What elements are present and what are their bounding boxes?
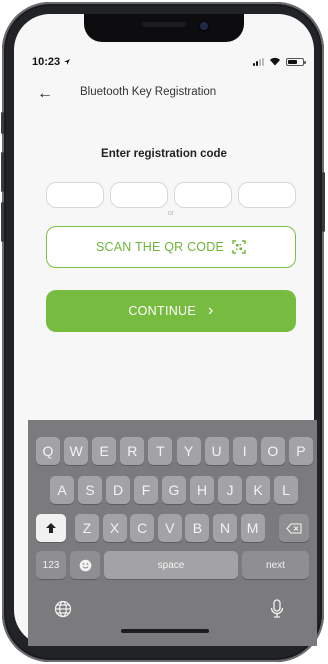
mute-switch bbox=[1, 112, 4, 134]
home-indicator[interactable] bbox=[121, 629, 209, 633]
key-h[interactable]: H bbox=[190, 476, 214, 504]
code-input-4[interactable] bbox=[238, 182, 296, 208]
key-p[interactable]: P bbox=[288, 437, 313, 465]
microphone-icon[interactable] bbox=[270, 599, 284, 619]
key-r[interactable]: R bbox=[120, 437, 145, 465]
emoji-key[interactable] bbox=[70, 551, 100, 579]
back-arrow-icon: ← bbox=[37, 85, 53, 102]
key-d[interactable]: D bbox=[106, 476, 130, 504]
key-a[interactable]: A bbox=[50, 476, 74, 504]
key-y[interactable]: Y bbox=[176, 437, 201, 465]
key-q[interactable]: Q bbox=[36, 437, 60, 465]
battery-icon bbox=[286, 57, 306, 66]
key-o[interactable]: O bbox=[260, 437, 285, 465]
scan-qr-button[interactable]: SCAN THE QR CODE bbox=[46, 226, 296, 268]
backspace-icon bbox=[286, 522, 302, 534]
key-w[interactable]: W bbox=[64, 437, 89, 465]
continue-label: CONTINUE bbox=[128, 304, 197, 318]
on-screen-keyboard: QWERTYUIOP ASDFGHJKL ZXCVBNM 123 space n… bbox=[28, 420, 317, 646]
power-button bbox=[322, 172, 325, 232]
shift-arrow-icon bbox=[46, 523, 56, 533]
wifi-icon bbox=[270, 57, 280, 66]
key-c[interactable]: C bbox=[130, 514, 155, 542]
registration-code-label: Enter registration code bbox=[101, 148, 227, 160]
backspace-key[interactable] bbox=[279, 514, 309, 542]
status-time-text: 10:23 bbox=[32, 56, 61, 68]
or-separator: or bbox=[167, 210, 175, 217]
status-icons bbox=[253, 57, 306, 66]
globe-icon[interactable] bbox=[54, 600, 72, 618]
space-key[interactable]: space bbox=[104, 551, 238, 579]
key-b[interactable]: B bbox=[185, 514, 210, 542]
key-s[interactable]: S bbox=[78, 476, 102, 504]
shift-key[interactable] bbox=[36, 514, 66, 542]
key-m[interactable]: M bbox=[240, 514, 265, 542]
key-t[interactable]: T bbox=[148, 437, 173, 465]
page-title: Bluetooth Key Registration bbox=[80, 86, 217, 98]
key-k[interactable]: K bbox=[246, 476, 270, 504]
key-e[interactable]: E bbox=[92, 437, 117, 465]
key-n[interactable]: N bbox=[213, 514, 237, 542]
qr-scan-icon bbox=[232, 240, 246, 254]
cellular-signal-icon bbox=[253, 57, 264, 66]
key-x[interactable]: X bbox=[102, 514, 127, 542]
key-i[interactable]: I bbox=[232, 437, 257, 465]
front-camera bbox=[200, 22, 208, 30]
code-input-1[interactable] bbox=[46, 182, 104, 208]
continue-button[interactable]: CONTINUE › bbox=[46, 290, 296, 332]
key-j[interactable]: J bbox=[218, 476, 242, 504]
status-time: 10:23 bbox=[32, 56, 71, 68]
speaker-grille bbox=[142, 22, 186, 27]
key-g[interactable]: G bbox=[162, 476, 186, 504]
next-key[interactable]: next bbox=[242, 551, 309, 579]
key-z[interactable]: Z bbox=[75, 514, 99, 542]
volume-down-button bbox=[1, 202, 4, 242]
key-l[interactable]: L bbox=[274, 476, 298, 504]
code-input-2[interactable] bbox=[110, 182, 168, 208]
scan-qr-label: SCAN THE QR CODE bbox=[96, 240, 224, 254]
key-f[interactable]: F bbox=[134, 476, 158, 504]
chevron-right-icon: › bbox=[208, 302, 214, 319]
emoji-icon bbox=[79, 559, 91, 571]
location-arrow-icon bbox=[64, 59, 71, 65]
key-v[interactable]: V bbox=[157, 514, 182, 542]
numbers-key[interactable]: 123 bbox=[36, 551, 66, 579]
notch bbox=[84, 14, 244, 42]
key-u[interactable]: U bbox=[204, 437, 229, 465]
back-button[interactable]: ← bbox=[33, 84, 57, 104]
code-input-3[interactable] bbox=[174, 182, 232, 208]
